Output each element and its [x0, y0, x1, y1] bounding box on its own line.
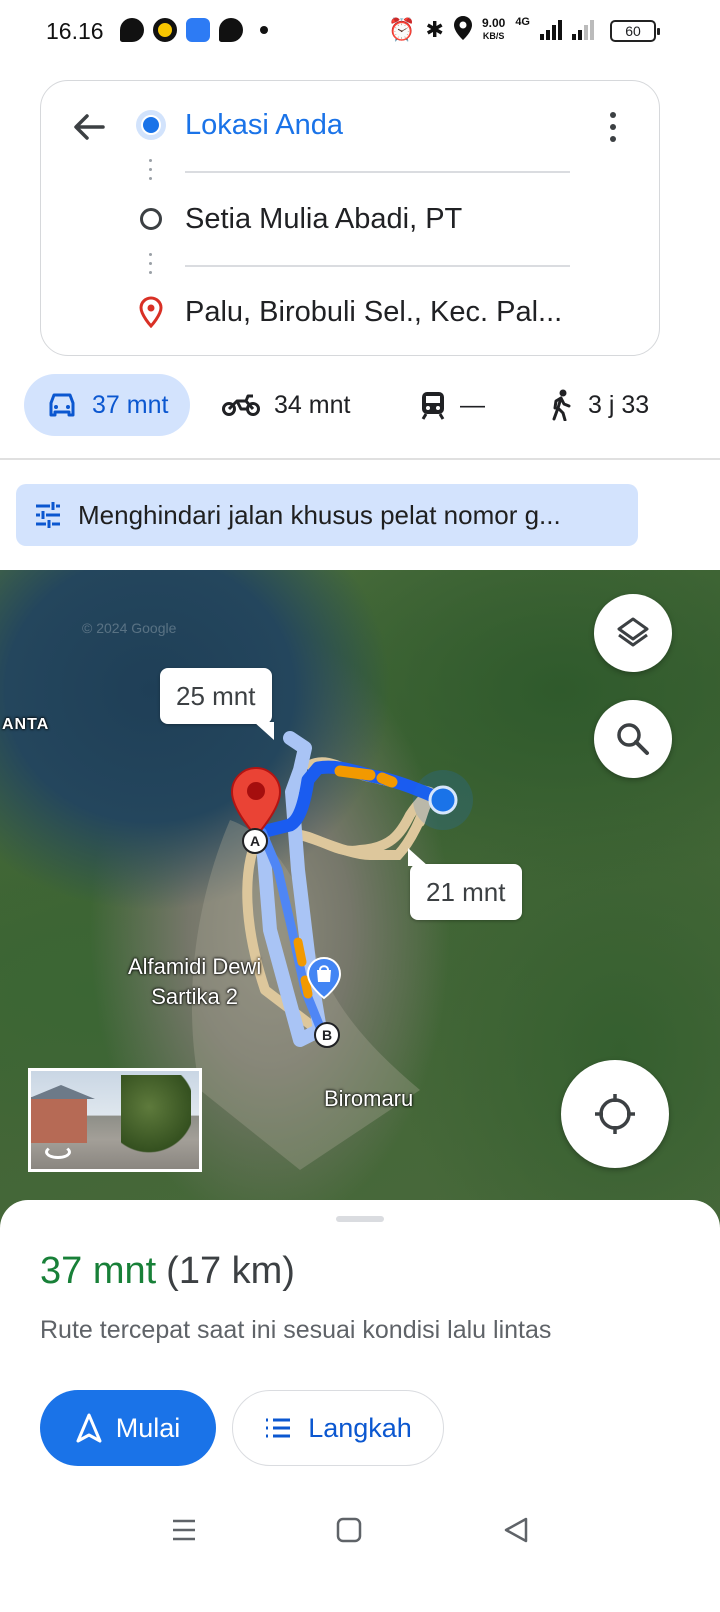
- waypoint-circle-icon: [133, 201, 169, 237]
- tab-driving-label: 37 mnt: [92, 390, 169, 419]
- shopping-bag-pin-icon[interactable]: [306, 956, 342, 1000]
- travel-mode-tabs: 37 mnt 34 mnt — 3 j 33: [0, 372, 720, 442]
- network-speed-unit: KB/S: [482, 31, 505, 41]
- route-eta-label[interactable]: 21 mnt: [408, 848, 522, 920]
- route-options-label: Menghindari jalan khusus pelat nomor g..…: [78, 499, 561, 530]
- line-notification-icon: [219, 18, 243, 42]
- recent-apps-button[interactable]: [166, 1512, 202, 1548]
- tab-walking-label: 3 j 33: [588, 390, 650, 419]
- route-connector: [149, 253, 153, 274]
- back-triangle-icon: [504, 1517, 528, 1543]
- search-along-route-button[interactable]: [594, 700, 672, 778]
- route-duration: 37 mnt: [40, 1250, 157, 1292]
- walk-icon: [552, 389, 571, 421]
- start-label: Mulai: [115, 1412, 181, 1443]
- motorcycle-icon: [222, 394, 260, 416]
- more-notifications-dot-icon: [260, 26, 268, 34]
- place-label: Biromaru: [324, 1086, 414, 1111]
- alarm-icon: ⏰: [388, 16, 416, 42]
- route-connector: [149, 159, 153, 180]
- chat-notification-icon: [120, 18, 144, 42]
- location-icon: [453, 16, 472, 43]
- directions-card: Lokasi Anda Setia Mulia Abadi, PT Palu, …: [40, 80, 660, 356]
- stop-label: Setia Mulia Abadi, PT: [185, 202, 463, 235]
- marker-b[interactable]: B: [314, 1022, 340, 1048]
- tab-transit[interactable]: —: [420, 374, 485, 436]
- back-nav-button[interactable]: [498, 1512, 534, 1548]
- menu-icon: [173, 1519, 195, 1541]
- route-options-chip[interactable]: Menghindari jalan khusus pelat nomor g..…: [16, 484, 638, 546]
- drag-handle[interactable]: [336, 1216, 384, 1222]
- system-nav-bar: [0, 1490, 720, 1590]
- status-bar: 16.16 ⏰ ✱ 9.00 KB/S 4G 60: [0, 0, 720, 64]
- layers-button[interactable]: [594, 594, 672, 672]
- rotate-360-icon: [45, 1145, 71, 1159]
- street-view-thumbnail[interactable]: [28, 1068, 202, 1172]
- tab-motorcycle-label: 34 mnt: [274, 390, 351, 419]
- tab-transit-label: —: [460, 390, 485, 419]
- more-options-button[interactable]: [595, 103, 631, 151]
- destination-label: Palu, Birobuli Sel., Kec. Pal...: [185, 295, 563, 328]
- steps-label: Langkah: [308, 1412, 412, 1443]
- origin-label: Lokasi Anda: [185, 108, 344, 141]
- field-divider: [185, 171, 570, 173]
- app-notification-icon: [186, 18, 210, 42]
- layers-icon: [617, 617, 649, 647]
- status-indicators: ⏰ ✱ 9.00 KB/S 4G: [388, 16, 594, 43]
- home-button[interactable]: [331, 1512, 367, 1548]
- network-speed: 9.00 KB/S: [482, 17, 505, 42]
- signal-icon: [572, 19, 594, 40]
- more-vert-icon: [610, 112, 616, 118]
- app-notification-icon: [153, 18, 177, 42]
- my-location-button[interactable]: [561, 1060, 669, 1168]
- network-speed-value: 9.00: [481, 16, 506, 30]
- tune-icon: [36, 502, 60, 528]
- stop-field[interactable]: Setia Mulia Abadi, PT: [133, 189, 573, 249]
- route-note: Rute tercepat saat ini sesuai kondisi la…: [40, 1316, 552, 1344]
- navigation-arrow-icon: [76, 1413, 102, 1443]
- start-navigation-button[interactable]: Mulai: [40, 1390, 216, 1466]
- signal-icon: [540, 19, 562, 40]
- route-distance: (17 km): [166, 1250, 295, 1292]
- list-icon: [266, 1418, 291, 1438]
- route-eta-label[interactable]: 25 mnt: [160, 668, 273, 740]
- poi-label[interactable]: Alfamidi Dewi Sartika 2: [128, 952, 261, 1012]
- search-icon: [617, 723, 649, 755]
- modes-divider: [0, 458, 720, 460]
- tab-walking[interactable]: 3 j 33: [548, 374, 649, 436]
- your-location-icon: [133, 107, 169, 143]
- home-square-icon: [336, 1517, 362, 1543]
- notification-icons: [120, 18, 268, 42]
- marker-a[interactable]: A: [242, 828, 268, 854]
- tab-motorcycle[interactable]: 34 mnt: [222, 374, 350, 436]
- bluetooth-icon: ✱: [425, 16, 444, 42]
- back-button[interactable]: [67, 105, 111, 149]
- tab-driving[interactable]: 37 mnt: [24, 374, 191, 436]
- route-summary: 37 mnt (17 km): [40, 1250, 295, 1293]
- status-time: 16.16: [46, 18, 104, 44]
- network-type: 4G: [515, 16, 530, 28]
- battery-icon: 60: [610, 20, 660, 42]
- destination-field[interactable]: Palu, Birobuli Sel., Kec. Pal...: [133, 282, 573, 342]
- map-view[interactable]: © 2024 Google A B 25 mnt 21 mnt ANTA Alf…: [0, 570, 720, 1230]
- car-icon: [49, 393, 75, 417]
- place-label: ANTA: [2, 716, 50, 733]
- my-location-icon: [595, 1094, 635, 1134]
- steps-button[interactable]: Langkah: [232, 1390, 444, 1466]
- origin-field[interactable]: Lokasi Anda: [133, 95, 573, 155]
- field-divider: [185, 265, 570, 267]
- train-icon: [421, 392, 445, 420]
- arrow-back-icon: [74, 114, 105, 140]
- destination-pin-icon: [133, 294, 169, 330]
